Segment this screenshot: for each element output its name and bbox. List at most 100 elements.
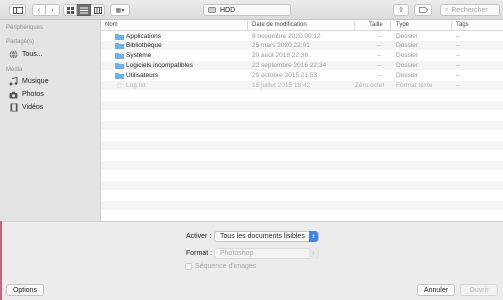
toolbar: ‹ › ▦▾ HDD ⇧ ⌕ Rechercher xyxy=(0,0,503,20)
path-popup[interactable]: HDD xyxy=(203,4,291,16)
file-date: 29 octobre 2015 21:53 xyxy=(252,72,318,79)
open-button[interactable]: Ouvrir xyxy=(460,284,498,296)
folder-icon xyxy=(115,73,124,79)
file-name: Bibliothèque xyxy=(126,42,162,49)
sidebar-section-devices: Périphériques xyxy=(6,25,44,31)
column-header-name[interactable]: Nom xyxy=(105,22,118,28)
sidebar: Périphériques Partagé(s) Tous... Média M… xyxy=(0,20,101,221)
file-size: -- xyxy=(377,52,382,59)
empty-row xyxy=(101,111,503,120)
table-row[interactable]: Utilisateurs 29 octobre 2015 21:53 -- Do… xyxy=(101,71,503,80)
folder-icon xyxy=(115,43,124,49)
column-header-size[interactable]: Taille xyxy=(369,22,383,28)
file-date: 8 novembre 2020 00:12 xyxy=(252,33,321,40)
document-icon xyxy=(117,82,122,89)
file-name: Logiciels incompatibles xyxy=(126,62,193,69)
format-label: Format : xyxy=(186,250,213,257)
file-type: Dossier xyxy=(396,52,419,59)
search-placeholder: Rechercher xyxy=(451,6,488,14)
view-mode-switch xyxy=(63,4,105,16)
globe-icon xyxy=(9,50,18,59)
folder-icon xyxy=(115,53,124,59)
table-row[interactable]: Système 20 août 2018 22:38 -- Dossier -- xyxy=(101,51,503,60)
drive-icon xyxy=(208,7,216,13)
file-date: 22 septembre 2016 22:34 xyxy=(252,62,327,69)
back-button[interactable]: ‹ xyxy=(32,4,46,16)
file-tags: -- xyxy=(456,72,461,79)
empty-row xyxy=(101,151,503,160)
file-type: Format texte xyxy=(396,82,433,89)
enable-select-value: Tous les documents lisibles xyxy=(220,233,305,240)
empty-row xyxy=(101,191,503,200)
grid-icon xyxy=(66,6,74,14)
sidebar-section-shared: Partagé(s) xyxy=(6,39,35,45)
file-name: Utilisateurs xyxy=(126,72,159,79)
column-header-type[interactable]: Type xyxy=(396,22,409,28)
share-button[interactable]: ⇧ xyxy=(393,4,409,16)
tag-button[interactable] xyxy=(414,4,432,16)
file-tags: -- xyxy=(456,82,461,89)
file-name: Log.txt xyxy=(126,82,146,89)
table-row[interactable]: Bibliothèque 25 mars 2020 22:01 -- Dossi… xyxy=(101,41,503,50)
empty-row xyxy=(101,211,503,220)
table-row[interactable]: Log.txt 15 juillet 2015 18:42 Zéro octet… xyxy=(101,81,503,90)
list-icon xyxy=(79,7,88,13)
sidebar-item-label: Vidéos xyxy=(22,104,44,111)
chevron-updown-icon: ⇕ xyxy=(309,231,318,242)
empty-row xyxy=(101,101,503,110)
image-sequence-checkbox[interactable]: Séquence d'images xyxy=(185,263,256,270)
column-divider[interactable] xyxy=(247,21,248,30)
group-icon: ▦▾ xyxy=(115,7,125,14)
enable-label: Activer : xyxy=(186,233,212,240)
file-type: Dossier xyxy=(396,62,419,69)
sidebar-toggle-button[interactable] xyxy=(9,4,26,16)
table-row[interactable]: Applications 8 novembre 2020 00:12 -- Do… xyxy=(101,32,503,41)
file-tags: -- xyxy=(456,33,461,40)
cancel-button[interactable]: Annuler xyxy=(417,284,455,296)
file-date: 15 juillet 2015 18:42 xyxy=(252,82,311,89)
image-sequence-label: Séquence d'images xyxy=(195,263,257,270)
icon-view-button[interactable] xyxy=(63,4,77,16)
options-button[interactable]: Options xyxy=(6,284,44,296)
empty-row xyxy=(101,181,503,190)
sidebar-item-photos[interactable]: Photos xyxy=(9,89,44,100)
empty-row xyxy=(101,91,503,100)
film-icon xyxy=(9,103,18,112)
list-view-button[interactable] xyxy=(77,4,91,16)
file-type: Dossier xyxy=(396,42,419,49)
folder-icon xyxy=(115,34,124,40)
sidebar-item-label: Tous... xyxy=(22,51,43,58)
sidebar-item-all[interactable]: Tous... xyxy=(9,49,43,60)
file-tags: -- xyxy=(456,62,461,69)
file-name: Applications xyxy=(126,33,162,40)
search-field[interactable]: ⌕ Rechercher xyxy=(440,4,500,16)
empty-row xyxy=(101,171,503,180)
column-divider[interactable] xyxy=(390,21,391,30)
share-icon: ⇧ xyxy=(398,7,404,14)
column-divider[interactable] xyxy=(354,21,355,30)
file-tags: -- xyxy=(456,42,461,49)
format-select-value: Photoshop xyxy=(220,250,254,257)
empty-row xyxy=(101,121,503,130)
chevron-right-icon: › xyxy=(51,6,54,14)
file-date: 25 mars 2020 22:01 xyxy=(252,42,310,49)
file-name: Système xyxy=(126,52,152,59)
chevron-updown-icon: ⇕ xyxy=(309,248,318,259)
table-row[interactable]: Logiciels incompatibles 22 septembre 201… xyxy=(101,61,503,70)
sidebar-item-label: Musique xyxy=(22,78,49,85)
enable-select[interactable]: Tous les documents lisibles ⇕ xyxy=(214,231,319,242)
format-select[interactable]: Photoshop ⇕ xyxy=(214,248,319,259)
file-type: Dossier xyxy=(396,72,419,79)
forward-button[interactable]: › xyxy=(46,4,60,16)
column-header-date[interactable]: Date de modification xyxy=(252,22,307,28)
sidebar-item-videos[interactable]: Vidéos xyxy=(9,102,43,113)
column-divider[interactable] xyxy=(451,21,452,30)
group-by-button[interactable]: ▦▾ xyxy=(110,4,130,16)
checkbox-box xyxy=(185,263,192,270)
empty-row xyxy=(101,141,503,150)
column-view-button[interactable] xyxy=(91,4,105,16)
column-header-tags[interactable]: Tags xyxy=(456,22,469,28)
sidebar-item-music[interactable]: Musique xyxy=(9,76,48,87)
file-type: Dossier xyxy=(396,33,419,40)
file-size: -- xyxy=(377,33,382,40)
